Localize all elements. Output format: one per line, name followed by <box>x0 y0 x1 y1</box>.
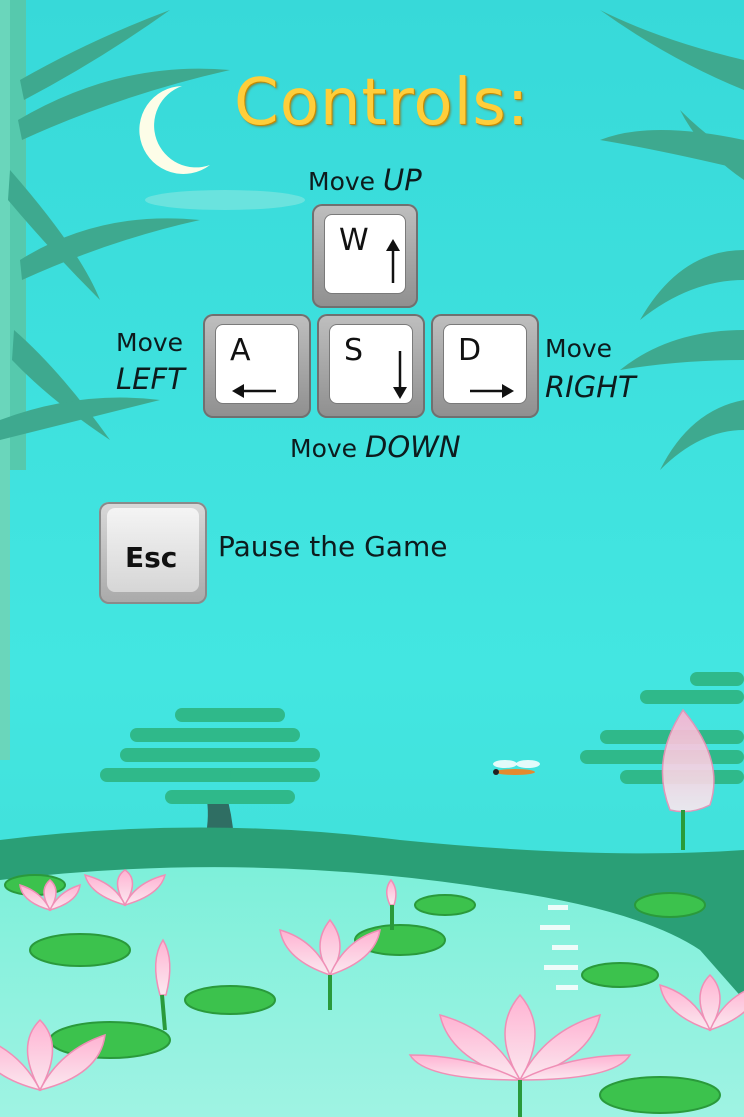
key-s: S <box>317 314 425 418</box>
page-title: Controls: <box>234 66 530 140</box>
key-a-cap: A <box>215 324 299 404</box>
move-down-label: Move DOWN <box>290 430 461 464</box>
move-up-dir: UP <box>383 163 422 197</box>
arrow-left-icon <box>232 384 276 398</box>
move-up-label: Move UP <box>308 163 422 197</box>
key-d-cap: D <box>443 324 527 404</box>
key-d: D <box>431 314 539 418</box>
key-s-cap: S <box>329 324 413 404</box>
key-s-char: S <box>344 333 364 368</box>
move-down-dir: DOWN <box>365 430 461 464</box>
key-a: A <box>203 314 311 418</box>
key-w-char: W <box>339 223 369 258</box>
pause-label: Pause the Game <box>218 530 448 563</box>
key-w: W <box>312 204 418 308</box>
move-left-verb: Move <box>116 328 184 357</box>
move-right-label: Move RIGHT <box>545 330 636 408</box>
key-d-char: D <box>458 333 482 368</box>
arrow-right-icon <box>470 384 514 398</box>
key-w-cap: W <box>324 214 406 294</box>
move-left-dir: LEFT <box>116 362 185 396</box>
move-left-label: Move LEFT <box>116 325 185 399</box>
game-scene: Controls: Move UP W Move LEFT A S Move D… <box>0 0 744 1117</box>
arrow-down-icon <box>393 351 407 399</box>
key-esc-char: Esc <box>125 541 178 574</box>
move-right-dir: RIGHT <box>545 370 636 404</box>
move-down-verb: Move <box>290 434 358 463</box>
key-esc-cap: Esc <box>107 508 199 592</box>
key-a-char: A <box>230 333 251 368</box>
key-esc: Esc <box>99 502 207 604</box>
move-up-verb: Move <box>308 167 376 196</box>
arrow-up-icon <box>386 239 400 283</box>
move-right-verb: Move <box>545 334 613 363</box>
